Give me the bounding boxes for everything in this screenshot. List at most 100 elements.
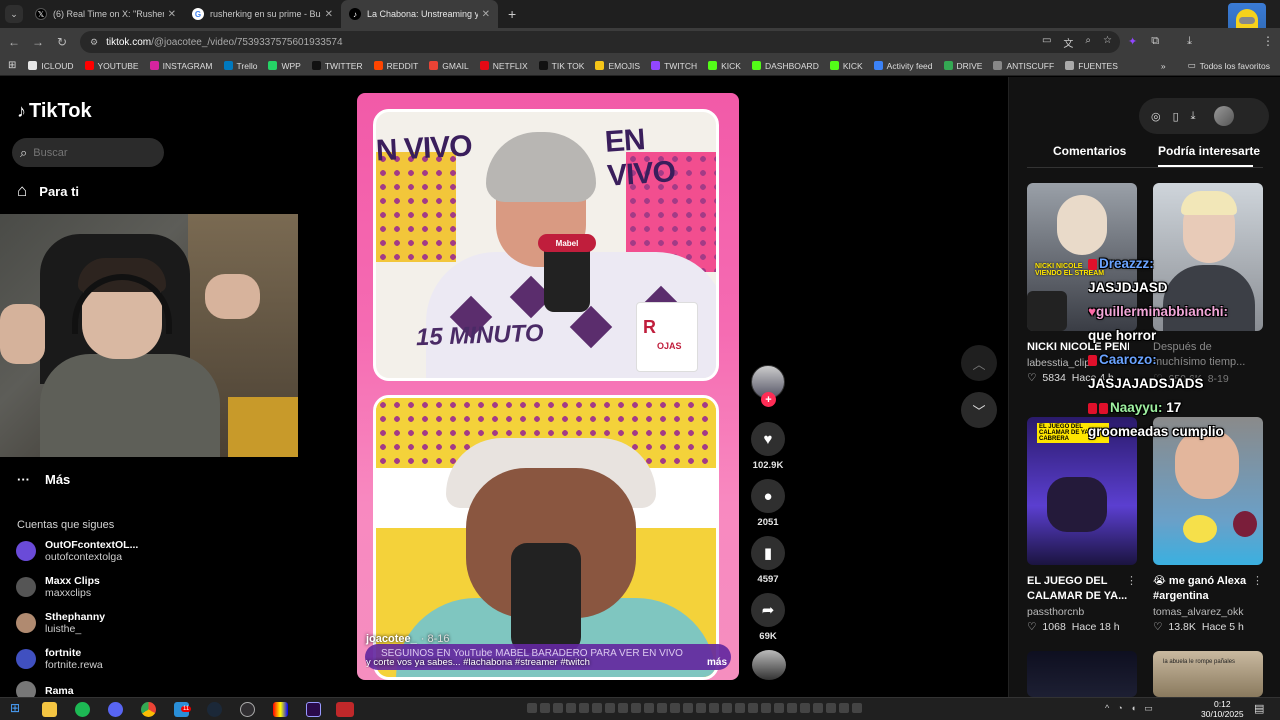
more-options-icon[interactable]: ⋮ [1126, 574, 1137, 587]
like-button[interactable]: ♥ 102.9K [748, 422, 788, 471]
nav-for-you[interactable]: ⌂ Para ti [17, 181, 79, 201]
tray-app-icon[interactable] [683, 703, 693, 713]
nav-more[interactable]: ··· Más [17, 472, 70, 487]
following-account[interactable]: fortnite fortnite.rewa [16, 647, 103, 671]
recommended-video-card[interactable] [1027, 651, 1137, 697]
follow-button[interactable]: + [761, 392, 776, 407]
wifi-icon[interactable]: ◔ [1117, 703, 1122, 714]
bookmark-item[interactable]: YOUTUBE [84, 61, 139, 71]
bookmark-item[interactable]: DASHBOARD [751, 61, 819, 71]
download-icon[interactable]: ⤓ [1187, 35, 1192, 48]
tab-tiktok[interactable]: ♪ La Chabona: Unstreaming y Co ✕ [341, 0, 498, 28]
bookmark-item[interactable]: Trello [223, 61, 257, 71]
back-icon[interactable]: ← [2, 35, 26, 49]
description-more-button[interactable]: más [707, 657, 727, 668]
save-button[interactable]: ▮ 4597 [748, 536, 788, 585]
translate-icon[interactable]: 文 [1063, 35, 1073, 50]
tray-app-icon[interactable] [644, 703, 654, 713]
following-account[interactable]: Maxx Clips maxxclips [16, 575, 100, 599]
extensions-icon[interactable]: ⧉ [1151, 35, 1159, 48]
tray-app-icon[interactable] [592, 703, 602, 713]
tab-recommended[interactable]: Podría interesarte [1158, 144, 1260, 158]
bookmark-item[interactable]: DRIVE [943, 61, 982, 71]
bookmark-item[interactable]: FUENTES [1065, 61, 1118, 71]
tab-search-button[interactable]: ⌄ [5, 5, 23, 23]
tray-app-icon[interactable] [670, 703, 680, 713]
tray-app-icon[interactable] [839, 703, 849, 713]
tray-app-icon[interactable] [761, 703, 771, 713]
bookmark-item[interactable]: WPP [268, 61, 301, 71]
chevron-right-icon[interactable]: » [1161, 61, 1166, 71]
site-info-icon[interactable]: ⚙ [90, 37, 98, 48]
tray-app-icon[interactable] [696, 703, 706, 713]
zoom-icon[interactable]: ⌕ [1085, 35, 1091, 50]
video-author[interactable]: joacotee_ · 8-16 [366, 633, 450, 645]
notification-icon[interactable]: ▤ [1254, 702, 1264, 715]
bookmark-item[interactable]: ICLOUD [28, 61, 74, 71]
tray-app-icon[interactable] [826, 703, 836, 713]
chrome-icon[interactable] [141, 702, 156, 717]
bookmark-item[interactable]: ANTISCUFF [993, 61, 1054, 71]
reload-icon[interactable]: ↻ [50, 35, 74, 49]
tray-app-icon[interactable] [852, 703, 862, 713]
recommended-video-card[interactable]: EL JUEGO DEL CALAMAR DE YAO CABRERA EL J… [1027, 417, 1137, 633]
recommended-video-card[interactable]: 😭 me ganó Alexa #argentina tomas_alvarez_… [1153, 417, 1263, 633]
taskbar-clock[interactable]: 0:12 30/10/2025 [1201, 699, 1244, 719]
tray-app-icon[interactable] [813, 703, 823, 713]
windows-start-icon[interactable]: ⊞ [10, 701, 20, 715]
all-bookmarks[interactable]: » ▭ Todos los favoritos [1161, 60, 1270, 71]
apps-icon[interactable]: ⊞ [8, 60, 16, 71]
tray-app-icon[interactable] [748, 703, 758, 713]
share-button[interactable]: ➦ 69K [748, 593, 788, 642]
next-video-button[interactable]: ﹀ [961, 392, 997, 428]
search-box[interactable]: ⌕ [12, 138, 164, 167]
extension-icon[interactable]: ✦ [1128, 35, 1137, 48]
tray-app-icon[interactable] [579, 703, 589, 713]
close-icon[interactable]: ✕ [482, 9, 490, 20]
discord-icon[interactable] [108, 702, 123, 717]
tray-app-icon[interactable] [709, 703, 719, 713]
following-account[interactable]: Sthephanny luisthe_ [16, 611, 105, 635]
volume-icon[interactable]: ◖ [1131, 703, 1136, 714]
tray-app-icon[interactable] [553, 703, 563, 713]
comment-button[interactable]: ● 2051 [748, 479, 788, 528]
app-icon[interactable] [273, 702, 288, 717]
premiere-icon[interactable] [306, 702, 321, 717]
bookmark-star-icon[interactable]: ☆ [1103, 35, 1112, 50]
tray-app-icon[interactable] [527, 703, 537, 713]
tray-app-icon[interactable] [774, 703, 784, 713]
compass-icon[interactable]: ◎ [1151, 110, 1161, 123]
bookmark-item[interactable]: TWITTER [311, 61, 363, 71]
bookmark-item[interactable]: KICK [829, 61, 863, 71]
chevron-up-icon[interactable]: ^ [1105, 703, 1109, 714]
bookmark-item[interactable]: TWITCH [651, 61, 697, 71]
obs-icon[interactable] [240, 702, 255, 717]
card-user[interactable]: passthorcnb [1027, 606, 1137, 618]
bookmark-item[interactable]: INSTAGRAM [149, 61, 213, 71]
previous-video-button[interactable]: ︿ [961, 345, 997, 381]
bookmark-item[interactable]: REDDIT [373, 61, 418, 71]
forward-icon[interactable]: → [26, 35, 50, 49]
tab-google[interactable]: G rusherking en su prime - Busca ✕ [184, 0, 341, 28]
tray-app-icon[interactable] [722, 703, 732, 713]
tray-app-icon[interactable] [540, 703, 550, 713]
install-icon[interactable]: ▭ [1042, 35, 1051, 50]
tray-app-icon[interactable] [566, 703, 576, 713]
user-avatar[interactable] [1213, 106, 1234, 126]
menu-icon[interactable]: ⋮ [1262, 34, 1274, 48]
steam-icon[interactable] [207, 702, 222, 717]
tray-app-icon[interactable] [787, 703, 797, 713]
bookmark-item[interactable]: Activity feed [873, 61, 933, 71]
tab-comments[interactable]: Comentarios [1053, 144, 1126, 158]
sound-avatar[interactable] [752, 650, 786, 680]
close-icon[interactable]: ✕ [325, 9, 333, 20]
tray-app-icon[interactable] [605, 703, 615, 713]
search-input[interactable] [33, 146, 144, 159]
tray-app-icon[interactable] [800, 703, 810, 713]
bookmark-item[interactable]: NETFLIX [479, 61, 528, 71]
recommended-video-card[interactable]: la abuela le rompe pañales [1153, 651, 1263, 697]
bookmark-item[interactable]: KICK [708, 61, 741, 71]
tray-app-icon[interactable] [631, 703, 641, 713]
file-explorer-icon[interactable] [42, 702, 57, 717]
spotify-icon[interactable] [75, 702, 90, 717]
